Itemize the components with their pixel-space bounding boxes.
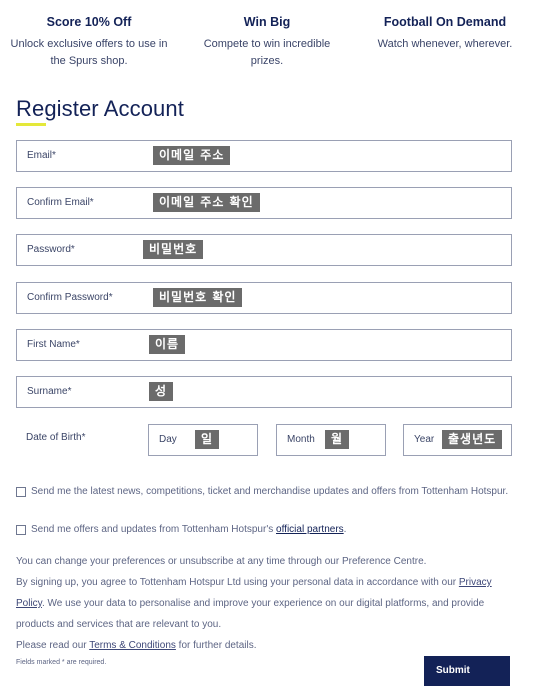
dob-month-field[interactable]: Month 월 — [276, 424, 386, 456]
confirm-email-field[interactable]: Confirm Email* 이메일 주소 확인 — [16, 187, 512, 219]
surname-field[interactable]: Surname* 성 — [16, 376, 512, 408]
surname-annotation: 성 — [149, 382, 174, 401]
benefit-title: Win Big — [243, 15, 291, 29]
dob-day-field[interactable]: Day 일 — [148, 424, 258, 456]
privacy-text: By signing up, you agree to Tottenham Ho… — [16, 577, 459, 588]
confirm-email-annotation: 이메일 주소 확인 — [153, 193, 260, 212]
dob-month-annotation: 월 — [325, 430, 350, 449]
dob-year-annotation: 출생년도 — [442, 430, 503, 449]
terms-text-end: for further details. — [175, 640, 257, 651]
dob-day-label: Day — [159, 434, 177, 445]
official-partners-link[interactable]: official partners — [276, 524, 344, 535]
terms-link[interactable]: Terms & Conditions — [89, 640, 176, 651]
relevance-info: products and services that are relevant … — [16, 619, 222, 630]
confirm-password-annotation: 비밀번호 확인 — [153, 288, 243, 307]
screen-icon — [427, 0, 463, 6]
password-label: Password* — [27, 244, 75, 255]
newsletter-checkbox[interactable] — [16, 487, 26, 497]
dob-year-field[interactable]: Year 출생년도 — [403, 424, 512, 456]
policy-link[interactable]: Policy — [16, 598, 42, 609]
required-note: Fields marked * are required. — [16, 659, 107, 666]
title-underline — [16, 123, 46, 126]
benefit-description: Watch whenever, wherever. — [377, 38, 513, 50]
dob-day-annotation: 일 — [195, 430, 220, 449]
submit-button[interactable]: Submit — [424, 656, 510, 686]
partners-consent[interactable]: Send me offers and updates from Tottenha… — [16, 524, 510, 535]
privacy-info-line: By signing up, you agree to Tottenham Ho… — [16, 577, 516, 588]
preferences-info: You can change your preferences or unsub… — [16, 556, 427, 567]
benefit-description: Unlock exclusive offers to use in the Sp… — [10, 38, 168, 67]
email-field[interactable]: Email* 이메일 주소 — [16, 140, 512, 172]
newsletter-consent[interactable]: Send me the latest news, competitions, t… — [16, 486, 510, 497]
first-name-field[interactable]: First Name* 이름 — [16, 329, 512, 361]
password-annotation: 비밀번호 — [143, 240, 204, 259]
password-field[interactable]: Password* 비밀번호 — [16, 234, 512, 266]
benefit-title: Football On Demand — [383, 15, 507, 29]
page-title: Register Account — [16, 96, 184, 121]
partners-consent-end: . — [343, 524, 347, 535]
first-name-annotation: 이름 — [149, 335, 186, 354]
benefits-strip: Score 10% Off Unlock exclusive offers to… — [0, 0, 534, 72]
terms-text: Please read our — [16, 640, 90, 651]
tag-icon — [71, 0, 107, 6]
partners-consent-text: Send me offers and updates from Tottenha… — [31, 524, 277, 535]
email-label: Email* — [27, 150, 56, 161]
benefit-description: Compete to win incredible prizes. — [203, 38, 331, 67]
dob-year-label: Year — [414, 434, 435, 445]
newsletter-consent-text: Send me the latest news, competitions, t… — [31, 486, 509, 497]
trophy-icon — [249, 0, 285, 6]
confirm-email-label: Confirm Email* — [27, 197, 94, 208]
confirm-password-field[interactable]: Confirm Password* 비밀번호 확인 — [16, 282, 512, 314]
terms-info-line: Please read our Terms & Conditions for f… — [16, 640, 516, 651]
confirm-password-label: Confirm Password* — [27, 292, 113, 303]
partners-checkbox[interactable] — [16, 525, 26, 535]
surname-label: Surname* — [27, 386, 72, 397]
policy-info-line: Policy. We use your data to personalise … — [16, 598, 516, 609]
dob-month-label: Month — [287, 434, 315, 445]
dob-label: Date of Birth* — [26, 432, 86, 443]
first-name-label: First Name* — [27, 339, 80, 350]
policy-text: . We use your data to personalise and im… — [41, 598, 485, 609]
email-annotation: 이메일 주소 — [153, 146, 231, 165]
privacy-link[interactable]: Privacy — [459, 577, 492, 588]
benefit-title: Score 10% Off — [46, 15, 132, 29]
